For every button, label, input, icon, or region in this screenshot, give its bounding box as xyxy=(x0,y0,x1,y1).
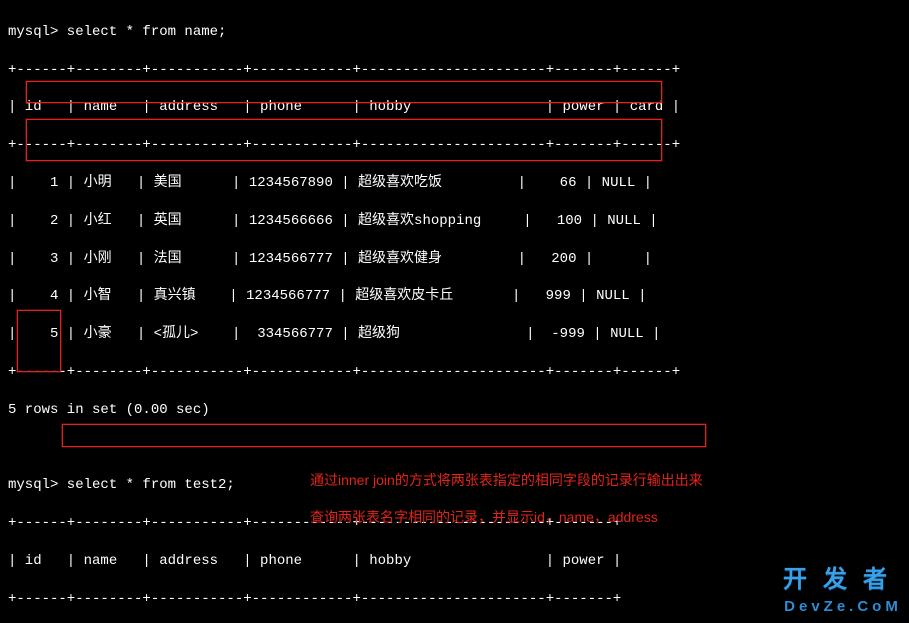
table1-row-3: | 3 | 小刚 | 法国 | 1234566777 | 超级喜欢健身 | 20… xyxy=(8,250,901,269)
table1-sep-bot: +------+--------+-----------+-----------… xyxy=(8,363,901,382)
table2-header: | id | name | address | phone | hobby | … xyxy=(8,552,901,571)
watermark-en: DevZe.CoM xyxy=(783,597,903,617)
table1-row-5: | 5 | 小豪 | <孤儿> | 334566777 | 超级狗 | -999… xyxy=(8,325,901,344)
watermark: 开发者 DevZe.CoM xyxy=(783,564,903,617)
table1-row-1: | 1 | 小明 | 美国 | 1234567890 | 超级喜欢吃饭 | 66… xyxy=(8,174,901,193)
annotation-line-2: 查询两张表名字相同的记录，并显示id，name，address xyxy=(310,508,658,527)
terminal[interactable]: mysql> select * from name; +------+-----… xyxy=(0,0,909,623)
annotation-line-1: 通过inner join的方式将两张表指定的相同字段的记录行输出出来 xyxy=(310,471,703,490)
table1-sep-mid: +------+--------+-----------+-----------… xyxy=(8,136,901,155)
table1-row-2: | 2 | 小红 | 英国 | 1234566666 | 超级喜欢shoppin… xyxy=(8,212,901,231)
table1-result-count: 5 rows in set (0.00 sec) xyxy=(8,401,901,420)
table1-header: | id | name | address | phone | hobby | … xyxy=(8,98,901,117)
watermark-cn: 开发者 xyxy=(783,564,903,596)
table2-sep-mid: +------+--------+-----------+-----------… xyxy=(8,590,901,609)
table1-sep-top: +------+--------+-----------+-----------… xyxy=(8,61,901,80)
table1-row-4: | 4 | 小智 | 真兴镇 | 1234566777 | 超级喜欢皮卡丘 | … xyxy=(8,287,901,306)
sql-query-1: mysql> select * from name; xyxy=(8,23,901,42)
